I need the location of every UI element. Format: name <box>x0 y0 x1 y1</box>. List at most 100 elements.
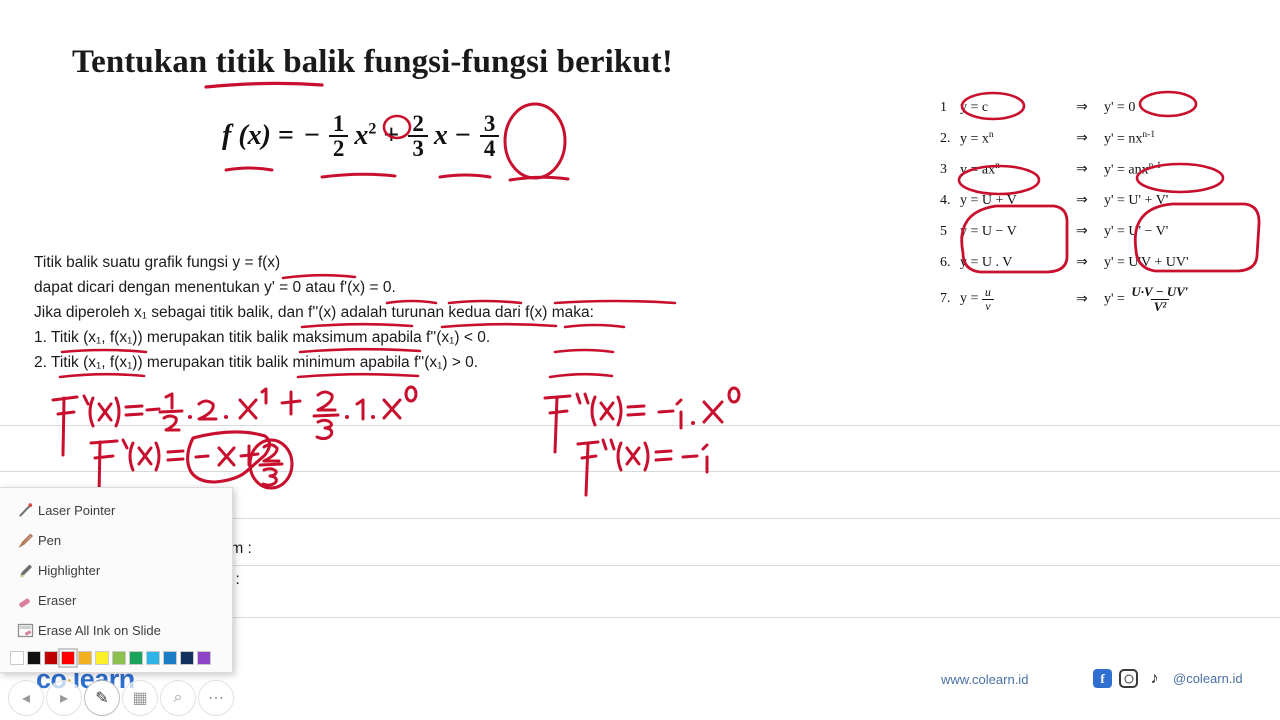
laser-pointer-icon <box>12 502 38 519</box>
ruled-line <box>0 425 1280 426</box>
explanation-line: 2. Titik (x₁, f(x₁)) merupakan titik bal… <box>34 354 479 371</box>
pen-icon <box>12 532 38 549</box>
more-options-button[interactable]: ⋯ <box>198 680 234 716</box>
ink-color-swatches[interactable] <box>0 645 232 668</box>
implies-arrow: ⇒ <box>1076 100 1088 115</box>
rule-row-7: 7. y = u v ⇒ y' = U·V − UV′ V² <box>940 278 1192 320</box>
color-swatch-white[interactable] <box>10 651 24 665</box>
erase-all-ink-icon <box>12 622 38 639</box>
rule-number: 6. <box>940 254 951 270</box>
menu-item-label: Erase All Ink on Slide <box>38 622 161 638</box>
presentation-slide: Tentukan titik balik fungsi-fungsi berik… <box>0 0 1280 720</box>
grid-icon: ▦ <box>132 690 148 707</box>
menu-item-highlighter[interactable]: Highlighter <box>0 555 232 585</box>
color-swatch-cyan[interactable] <box>146 651 160 665</box>
color-swatch-navy[interactable] <box>180 651 194 665</box>
fraction-denominator: 2 <box>328 135 349 161</box>
rule-derivative: y' = U'V + UV' <box>1104 254 1189 270</box>
exponent: n <box>995 160 1000 171</box>
chevron-left-icon: ◂ <box>21 690 31 707</box>
rule-number: 2. <box>940 130 951 146</box>
formula-fraction-2: 2 3 <box>408 112 428 161</box>
color-swatch-green[interactable] <box>129 651 143 665</box>
chevron-right-icon: ▸ <box>59 690 69 707</box>
ruled-line <box>0 471 1280 472</box>
rule-derivative: y' = U·V − UV′ V² <box>1104 285 1192 313</box>
rule-function: y = xn <box>960 129 994 147</box>
rule-derivative: y' = nxn-1 <box>1104 129 1156 147</box>
pen-icon: ✎ <box>95 690 109 707</box>
implies-arrow: ⇒ <box>1076 224 1088 239</box>
implies-arrow: ⇒ <box>1076 193 1088 208</box>
quotient-fraction: u v <box>982 286 994 312</box>
explanation-line: Jika diperoleh x₁ sebagai titik balik, d… <box>34 304 594 321</box>
ellipsis-icon: ⋯ <box>208 690 224 707</box>
menu-item-erase-all-ink[interactable]: Erase All Ink on Slide <box>0 615 232 645</box>
rule-derivative: y' = U' + V' <box>1104 192 1169 208</box>
color-swatch-orange[interactable] <box>78 651 92 665</box>
rule-function: y = U − V <box>960 223 1017 239</box>
rule-derivative: y' = anxn-1 <box>1104 160 1162 178</box>
menu-item-pen[interactable]: Pen <box>0 525 232 555</box>
color-swatch-yellow[interactable] <box>95 651 109 665</box>
implies-arrow: ⇒ <box>1076 131 1088 146</box>
menu-item-label: Highlighter <box>38 562 101 578</box>
explanation-line: Titik balik suatu grafik fungsi y = f(x) <box>34 254 281 271</box>
menu-item-eraser[interactable]: Eraser <box>0 585 232 615</box>
color-swatch-light-green[interactable] <box>112 651 126 665</box>
derivative-rules-table: 1 y = c ⇒ y' = 0 2. y = xn ⇒ y' = nxn-1 … <box>940 92 1192 320</box>
quotient-rule-fraction: U·V − UV′ V² <box>1131 283 1189 314</box>
formula-x-term-1: x2 <box>354 120 377 152</box>
magnifier-icon: ⌕ <box>173 689 183 706</box>
rule-function: y = U + V <box>960 192 1017 208</box>
fraction-numerator: 2 <box>412 111 424 136</box>
slide-grid-button[interactable]: ▦ <box>122 680 158 716</box>
rule-derivative: y' = U' − V' <box>1104 223 1169 239</box>
formula-plus: + <box>383 120 400 152</box>
rule-function: y = axn <box>960 160 1000 178</box>
pen-tool-button[interactable]: ✎ <box>84 680 120 716</box>
rule-number: 7. <box>940 291 951 306</box>
rule-function: y = u v <box>960 286 1076 312</box>
color-swatch-blue[interactable] <box>163 651 177 665</box>
formula-x-term-2: x <box>433 120 448 152</box>
pen-tool-menu[interactable]: Laser Pointer Pen Highlighter Eraser Era… <box>0 487 233 673</box>
exponent: n-1 <box>1148 160 1162 171</box>
color-swatch-purple[interactable] <box>197 651 211 665</box>
explanation-text: Titik balik suatu grafik fungsi y = f(x)… <box>34 250 594 375</box>
next-slide-button[interactable]: ▸ <box>46 680 82 716</box>
color-swatch-black[interactable] <box>27 651 41 665</box>
menu-item-label: Pen <box>38 532 62 548</box>
previous-slide-button[interactable]: ◂ <box>8 680 44 716</box>
rule-row-4: 4. y = U + V ⇒ y' = U' + V' <box>940 185 1192 216</box>
zoom-button[interactable]: ⌕ <box>160 680 196 716</box>
fraction-denominator: 3 <box>408 135 428 161</box>
exponent: n-1 <box>1142 129 1156 140</box>
rule-row-3: 3 y = axn ⇒ y' = anxn-1 <box>940 154 1192 185</box>
color-swatch-red[interactable] <box>58 648 78 668</box>
color-swatch-dark-red[interactable] <box>44 651 58 665</box>
implies-arrow: ⇒ <box>1076 162 1088 177</box>
bottom-toolbar: ◂ ▸ ✎ ▦ ⌕ ⋯ <box>0 676 1280 720</box>
rule-function: y = U . V <box>960 254 1013 270</box>
rule-number: 3 <box>940 161 947 177</box>
formula-minus-1: − <box>303 120 320 152</box>
eraser-icon <box>12 592 38 609</box>
formula-lhs: f (x) <box>222 120 271 152</box>
rule-row-6: 6. y = U . V ⇒ y' = U'V + UV' <box>940 247 1192 278</box>
menu-item-laser-pointer[interactable]: Laser Pointer <box>0 495 232 525</box>
fraction-numerator: 3 <box>483 111 496 136</box>
menu-item-label: Laser Pointer <box>38 502 116 518</box>
formula-fraction-1: 1 2 <box>328 112 349 161</box>
formula-minus-2: − <box>454 120 471 152</box>
formula-equals: = <box>277 120 294 152</box>
rule-row-1: 1 y = c ⇒ y' = 0 <box>940 92 1192 123</box>
menu-item-label: Eraser <box>38 592 77 608</box>
rule-function: y = c <box>960 99 989 115</box>
explanation-line: dapat dicari dengan menentukan y' = 0 at… <box>34 279 396 296</box>
rule-row-5: 5 y = U − V ⇒ y' = U' − V' <box>940 216 1192 247</box>
rule-number: 4. <box>940 192 951 208</box>
rule-row-2: 2. y = xn ⇒ y' = nxn-1 <box>940 123 1192 154</box>
explanation-line: 1. Titik (x₁, f(x₁)) merupakan titik bal… <box>34 329 491 346</box>
rule-number: 5 <box>940 223 947 239</box>
